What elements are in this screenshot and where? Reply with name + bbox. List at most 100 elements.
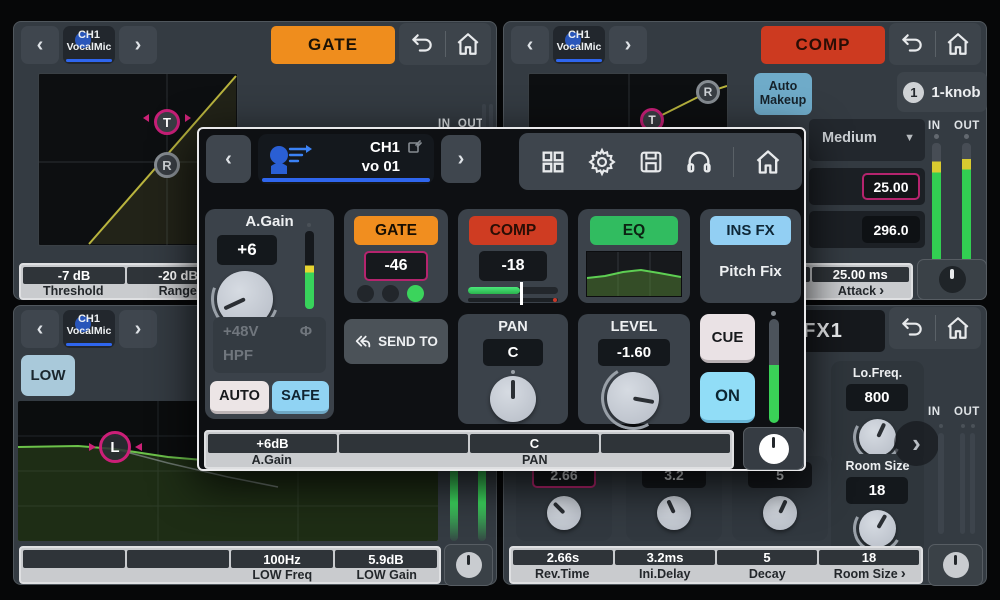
footer-value xyxy=(601,434,730,453)
save-icon[interactable] xyxy=(637,148,665,176)
comp-param2-value[interactable]: 296.0 xyxy=(862,216,920,243)
lofreq-value[interactable]: 800 xyxy=(846,384,908,411)
one-knob-badge-icon: 1 xyxy=(903,82,924,103)
rev-time-knob[interactable] xyxy=(547,496,581,530)
gate-button[interactable]: GATE xyxy=(354,216,438,245)
channel-icon xyxy=(266,141,312,175)
pan-label: PAN xyxy=(458,319,568,335)
channel-select-button[interactable]: CH1 VocalMic xyxy=(63,26,115,64)
grid-view-icon[interactable] xyxy=(539,148,567,176)
undo-icon[interactable] xyxy=(899,31,925,57)
undo-icon[interactable] xyxy=(409,31,435,57)
out-meter-label: OUT xyxy=(954,120,980,132)
knob-icon xyxy=(456,552,482,578)
pan-knob[interactable] xyxy=(490,376,536,422)
auto-makeup-button[interactable]: AutoMakeup xyxy=(754,73,812,115)
prev-channel-button[interactable]: ‹ xyxy=(21,26,59,64)
channel-name: VocalMic xyxy=(63,41,115,53)
channel-underline xyxy=(66,343,112,346)
meter-peak-dot xyxy=(964,134,969,139)
in-meter-label: IN xyxy=(928,120,941,132)
footer-label[interactable]: Room Size› xyxy=(819,565,922,582)
roomsize-value[interactable]: 18 xyxy=(846,477,908,504)
decay-knob[interactable] xyxy=(763,496,797,530)
prev-channel-button[interactable]: ‹ xyxy=(511,26,549,64)
channel-name: VocalMic xyxy=(63,325,115,337)
next-channel-button[interactable]: › xyxy=(119,310,157,348)
edit-icon[interactable] xyxy=(408,140,422,154)
again-value[interactable]: +6 xyxy=(217,235,277,265)
meter-peak-dot xyxy=(307,223,311,227)
insfx-button[interactable]: INS FX xyxy=(710,216,791,245)
home-icon[interactable] xyxy=(754,148,782,176)
hpf-button[interactable]: HPF xyxy=(223,347,253,364)
gate-title-button[interactable]: GATE xyxy=(271,26,395,64)
comp-type-dropdown[interactable]: Medium ▼ xyxy=(809,119,925,161)
channel-number: CH1 xyxy=(63,313,115,325)
footer-value: -7 dB xyxy=(23,267,125,284)
meter-view-button[interactable] xyxy=(444,544,493,586)
phantom-button[interactable]: +48V xyxy=(223,323,258,340)
footer-label xyxy=(126,568,231,582)
send-to-button[interactable]: SEND TO xyxy=(344,319,448,364)
meter-view-button[interactable] xyxy=(917,259,987,300)
channel-select-button[interactable]: CH1 VocalMic xyxy=(63,310,115,348)
comp-threshold-value[interactable]: -18 xyxy=(479,251,547,281)
meter-view-button[interactable] xyxy=(928,544,983,586)
pan-value[interactable]: C xyxy=(483,339,543,366)
eq-mini-graph[interactable] xyxy=(586,251,682,297)
level-value[interactable]: -1.60 xyxy=(598,339,670,366)
eq-band-node[interactable]: L xyxy=(99,431,131,463)
range-node[interactable]: R xyxy=(154,152,180,178)
headphones-icon[interactable] xyxy=(685,148,713,176)
eq-band-button[interactable]: LOW xyxy=(21,355,75,396)
comp-param1-row: 25.00 xyxy=(809,168,925,205)
knob-icon xyxy=(939,266,966,293)
home-icon[interactable] xyxy=(455,31,481,57)
footer-value: 25.00 ms xyxy=(812,267,910,282)
ini-delay-knob[interactable] xyxy=(657,496,691,530)
threshold-node[interactable]: T xyxy=(154,109,180,135)
comp-button[interactable]: COMP xyxy=(469,216,557,245)
footer-value xyxy=(127,550,229,568)
settings-gear-icon[interactable] xyxy=(587,147,617,177)
home-icon[interactable] xyxy=(945,315,971,341)
one-knob-button[interactable]: 1 1-knob xyxy=(897,72,987,112)
cue-button[interactable]: CUE xyxy=(700,314,755,363)
input-options-box: +48V Φ HPF xyxy=(213,317,326,373)
footer-value xyxy=(23,550,125,568)
next-channel-button[interactable]: › xyxy=(609,26,647,64)
lofreq-knob[interactable] xyxy=(859,419,896,456)
meter-peak-dot xyxy=(934,134,939,139)
footer-label: LOW Freq xyxy=(230,568,335,582)
prev-channel-button[interactable]: ‹ xyxy=(206,135,251,183)
channel-number: CH1 xyxy=(370,139,400,156)
next-channel-button[interactable]: › xyxy=(441,135,481,183)
comp-param1-value[interactable]: 25.00 xyxy=(862,173,920,200)
channel-select-button[interactable]: CH1 vo 01 xyxy=(258,134,434,184)
level-knob[interactable] xyxy=(607,372,659,424)
home-icon[interactable] xyxy=(945,31,971,57)
phase-button[interactable]: Φ xyxy=(300,323,312,340)
eq-button[interactable]: EQ xyxy=(590,216,678,245)
ratio-node[interactable]: R xyxy=(696,80,720,104)
footer-value: C xyxy=(470,434,599,453)
channel-select-button[interactable]: CH1 VocalMic xyxy=(553,26,605,64)
footer-label: Decay xyxy=(716,565,819,582)
next-channel-button[interactable]: › xyxy=(119,26,157,64)
comp-threshold-marker[interactable] xyxy=(520,282,523,305)
next-page-chevron-button[interactable]: › xyxy=(894,421,939,466)
comp-title-button[interactable]: COMP xyxy=(761,26,885,64)
auto-gain-button[interactable]: AUTO xyxy=(210,381,269,414)
roomsize-knob[interactable] xyxy=(859,510,896,547)
prev-channel-button[interactable]: ‹ xyxy=(21,310,59,348)
gate-threshold-value[interactable]: -46 xyxy=(364,251,428,281)
undo-icon[interactable] xyxy=(899,315,925,341)
footer-label[interactable]: Attack› xyxy=(811,282,911,299)
channel-number: CH1 xyxy=(553,29,605,41)
popup-toolbar xyxy=(519,133,802,190)
meter-view-button[interactable] xyxy=(743,427,804,470)
on-button[interactable]: ON xyxy=(700,372,755,423)
footer-value: 2.66s xyxy=(513,550,613,565)
safe-button[interactable]: SAFE xyxy=(272,381,329,414)
